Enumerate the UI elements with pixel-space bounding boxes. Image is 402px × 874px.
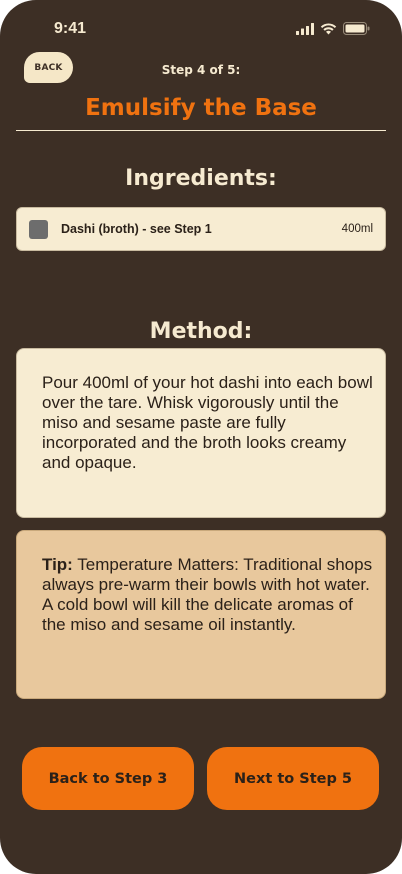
battery-icon xyxy=(343,22,370,35)
tip-card: Tip: Temperature Matters: Traditional sh… xyxy=(16,530,386,699)
ingredients-heading: Ingredients: xyxy=(125,166,277,191)
tip-body: Temperature Matters: Traditional shops a… xyxy=(42,555,373,634)
method-heading: Method: xyxy=(149,319,253,344)
wifi-icon xyxy=(320,22,337,35)
status-icons xyxy=(296,22,370,35)
ingredient-checkbox[interactable] xyxy=(29,219,48,239)
status-time: 9:41 xyxy=(54,20,87,37)
page-title: Emulsify the Base xyxy=(85,95,317,121)
title-divider xyxy=(16,130,386,131)
step-counter: Step 4 of 5: xyxy=(161,63,241,77)
tip-text: Tip: Temperature Matters: Traditional sh… xyxy=(42,555,373,635)
method-card: Pour 400ml of your hot dashi into each b… xyxy=(16,348,386,518)
ingredient-name: Dashi (broth) - see Step 1 xyxy=(61,222,212,236)
app-screen: 9:41 BACK Step 4 of 5: Emulsify the Base… xyxy=(0,0,402,874)
ingredient-quantity: 400ml xyxy=(341,223,373,235)
tip-label: Tip: xyxy=(42,555,73,574)
back-to-step-button[interactable]: Back to Step 3 xyxy=(22,747,194,810)
ingredient-item[interactable]: Dashi (broth) - see Step 1 400ml xyxy=(16,207,386,251)
next-step-button[interactable]: Next to Step 5 xyxy=(207,747,379,810)
signal-icon xyxy=(296,22,314,35)
method-text: Pour 400ml of your hot dashi into each b… xyxy=(42,373,373,472)
